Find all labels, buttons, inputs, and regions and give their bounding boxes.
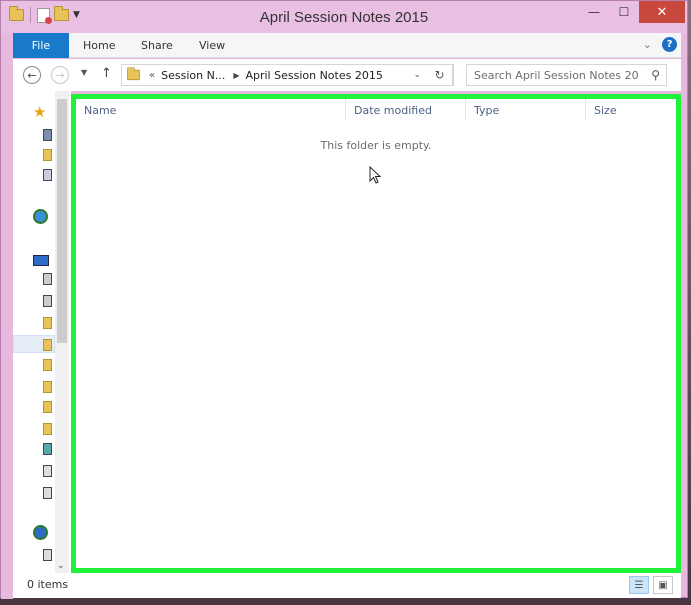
mouse-cursor-icon [369,166,382,184]
column-header-name[interactable]: Name [76,99,346,121]
folder-icon[interactable] [43,339,52,351]
tab-share[interactable]: Share [141,39,173,52]
network-drive-icon[interactable] [43,487,52,499]
column-header-type[interactable]: Type [466,99,586,121]
scrollbar-thumb[interactable] [57,99,67,343]
title-bar: ▼ April Session Notes 2015 — ☐ ✕ [1,1,687,33]
favorites-star-icon[interactable]: ★ [33,103,46,121]
folder-icon[interactable] [43,423,52,435]
folder-icon [127,67,140,81]
close-button[interactable]: ✕ [639,1,685,23]
up-button[interactable]: ↑ [101,66,112,81]
tab-view[interactable]: View [199,39,225,52]
network-drive-icon[interactable] [43,465,52,477]
window-border [1,33,13,599]
search-input[interactable] [467,68,639,82]
item-count: 0 items [27,578,69,591]
address-bar[interactable]: « Session N... ▶ April Session Notes 201… [121,64,454,86]
breadcrumb-current[interactable]: April Session Notes 2015 [245,69,382,82]
file-explorer-window: ▼ April Session Notes 2015 — ☐ ✕ File Ho… [0,0,688,599]
window-controls: — ☐ ✕ [579,1,685,23]
empty-folder-message: This folder is empty. [320,139,432,152]
address-dropdown-icon[interactable]: ⌄ [413,70,421,80]
large-icons-view-icon: ▣ [658,579,668,591]
folder-icon[interactable] [43,317,52,329]
tab-home[interactable]: Home [83,39,115,52]
chevron-down-icon[interactable]: ⌄ [643,38,652,51]
refresh-button[interactable]: ↻ [427,64,453,86]
library-icon[interactable] [43,443,52,455]
back-arrow-icon: ← [27,68,37,82]
address-overflow[interactable]: « [149,70,155,81]
details-view-icon: ☰ [634,579,644,591]
up-arrow-icon: ↑ [101,66,112,81]
breadcrumb-segment[interactable]: Session N... [161,69,225,82]
search-box[interactable]: ⚲ [466,64,667,86]
view-switcher: ☰ ▣ [629,576,673,594]
ribbon-tabs: File Home Share View ⌄ ? [13,33,681,58]
navigation-bar: ← → ▼ ↑ « Session N... ▶ April Session N… [13,59,681,91]
back-button[interactable]: ← [23,66,41,84]
recent-locations-icon[interactable]: ▼ [81,68,87,77]
folder-icon[interactable] [43,359,52,371]
minimize-button[interactable]: — [579,1,609,23]
refresh-icon: ↻ [434,68,445,82]
large-icons-view-button[interactable]: ▣ [653,576,673,594]
column-headers: Name Date modified Type Size [76,99,676,121]
navigation-pane: ★ ⌄ [13,91,71,573]
downloads-folder-icon[interactable] [43,149,52,161]
drive-icon[interactable] [43,273,52,285]
network-icon[interactable] [33,525,48,540]
status-bar: 0 items ☰ ▣ [13,573,681,598]
help-icon[interactable]: ? [662,37,677,52]
this-pc-icon[interactable] [33,255,49,266]
details-view-button[interactable]: ☰ [629,576,649,594]
search-icon[interactable]: ⚲ [651,68,660,82]
forward-button[interactable]: → [51,66,69,84]
maximize-button[interactable]: ☐ [609,1,639,23]
desktop-icon[interactable] [43,129,52,141]
navigation-scrollbar[interactable]: ⌄ [55,91,69,573]
forward-arrow-icon: → [55,68,65,82]
scroll-down-icon[interactable]: ⌄ [57,561,65,571]
tab-file[interactable]: File [13,33,69,58]
column-header-date-modified[interactable]: Date modified [346,99,466,121]
column-header-size[interactable]: Size [586,99,676,121]
file-list-pane[interactable]: Name Date modified Type Size This folder… [71,94,681,573]
folder-icon[interactable] [43,381,52,393]
drive-icon[interactable] [43,549,52,561]
recent-places-icon[interactable] [43,169,52,181]
homegroup-icon[interactable] [33,209,48,224]
folder-icon[interactable] [43,401,52,413]
ribbon-right-controls: ⌄ ? [643,37,677,52]
breadcrumb-arrow-icon[interactable]: ▶ [233,71,239,80]
drive-icon[interactable] [43,295,52,307]
